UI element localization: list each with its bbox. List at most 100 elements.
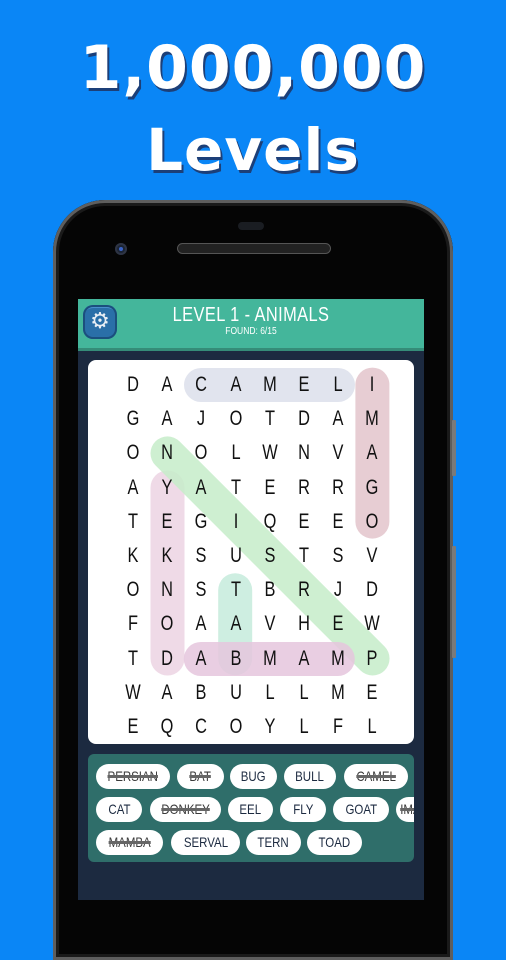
grid-letter[interactable]: A bbox=[188, 642, 215, 676]
grid-letter[interactable]: E bbox=[325, 505, 352, 539]
grid-letter[interactable]: Q bbox=[257, 505, 284, 539]
grid-letter[interactable]: G bbox=[120, 402, 147, 436]
grid-letter[interactable]: A bbox=[154, 402, 181, 436]
word-chip-cat[interactable]: CAT bbox=[96, 797, 142, 822]
grid-letter[interactable]: S bbox=[188, 573, 215, 607]
grid-letter[interactable]: D bbox=[154, 642, 181, 676]
grid-letter[interactable]: A bbox=[222, 607, 249, 641]
grid-letter[interactable]: E bbox=[291, 368, 318, 402]
word-chip-serval[interactable]: SERVAL bbox=[171, 830, 240, 855]
grid-letter[interactable]: W bbox=[257, 436, 284, 470]
word-chip-toad[interactable]: TOAD bbox=[307, 830, 362, 855]
grid-letter[interactable]: O bbox=[188, 436, 215, 470]
grid-letter[interactable]: T bbox=[222, 471, 249, 505]
word-chip-bat[interactable]: BAT bbox=[177, 764, 224, 789]
grid-letter[interactable]: A bbox=[188, 471, 215, 505]
grid-letter[interactable]: N bbox=[154, 573, 181, 607]
grid-letter[interactable]: O bbox=[222, 710, 249, 744]
grid-letter[interactable]: E bbox=[291, 505, 318, 539]
grid-letter[interactable]: E bbox=[325, 607, 352, 641]
word-chip-eel[interactable]: EEL bbox=[228, 797, 273, 822]
grid-letter[interactable]: R bbox=[291, 573, 318, 607]
grid-letter[interactable]: J bbox=[325, 573, 352, 607]
grid-letter[interactable]: B bbox=[222, 642, 249, 676]
grid-letter[interactable]: L bbox=[291, 676, 318, 710]
grid-letter[interactable]: O bbox=[120, 436, 147, 470]
grid-letter[interactable]: E bbox=[359, 676, 386, 710]
grid-letter[interactable]: A bbox=[291, 642, 318, 676]
grid-letter[interactable]: A bbox=[154, 676, 181, 710]
grid-letter[interactable]: Y bbox=[257, 710, 284, 744]
grid-letter[interactable]: L bbox=[257, 676, 284, 710]
grid-letter[interactable]: E bbox=[257, 471, 284, 505]
grid-letter[interactable]: L bbox=[325, 368, 352, 402]
grid-letter[interactable]: O bbox=[222, 402, 249, 436]
grid-letter[interactable]: I bbox=[359, 368, 386, 402]
grid-letter[interactable]: Q bbox=[154, 710, 181, 744]
word-chip-persian[interactable]: PERSIAN bbox=[96, 764, 170, 789]
grid-letter[interactable]: M bbox=[257, 642, 284, 676]
grid-letter[interactable]: Y bbox=[154, 471, 181, 505]
grid-letter[interactable]: E bbox=[154, 505, 181, 539]
grid-letter[interactable]: T bbox=[291, 539, 318, 573]
grid-letter[interactable]: T bbox=[257, 402, 284, 436]
grid-letter[interactable]: G bbox=[359, 471, 386, 505]
grid-letter[interactable]: T bbox=[120, 642, 147, 676]
grid-letter[interactable]: M bbox=[257, 368, 284, 402]
grid-letter[interactable]: U bbox=[222, 539, 249, 573]
grid-letter[interactable]: S bbox=[188, 539, 215, 573]
grid-letter[interactable]: O bbox=[120, 573, 147, 607]
grid-letter[interactable]: B bbox=[188, 676, 215, 710]
grid-letter[interactable]: T bbox=[120, 505, 147, 539]
grid-letter[interactable]: M bbox=[359, 402, 386, 436]
grid-letter[interactable]: S bbox=[257, 539, 284, 573]
grid-letter[interactable]: U bbox=[222, 676, 249, 710]
word-chip-donkey[interactable]: DONKEY bbox=[150, 797, 221, 822]
grid-letter[interactable]: C bbox=[188, 368, 215, 402]
grid-letter[interactable]: G bbox=[188, 505, 215, 539]
grid-letter[interactable]: K bbox=[154, 539, 181, 573]
grid-letter[interactable]: O bbox=[359, 505, 386, 539]
grid-letter[interactable]: D bbox=[291, 402, 318, 436]
grid-letter[interactable]: B bbox=[257, 573, 284, 607]
grid-letter[interactable]: A bbox=[325, 402, 352, 436]
grid-letter[interactable]: V bbox=[359, 539, 386, 573]
word-chip-imago[interactable]: IMAGO bbox=[396, 797, 414, 822]
grid-letter[interactable]: L bbox=[359, 710, 386, 744]
word-chip-tern[interactable]: TERN bbox=[246, 830, 301, 855]
grid-letter[interactable]: T bbox=[222, 573, 249, 607]
grid-letter[interactable]: F bbox=[325, 710, 352, 744]
grid-letter[interactable]: V bbox=[257, 607, 284, 641]
grid-letter[interactable]: I bbox=[222, 505, 249, 539]
grid-letter[interactable]: H bbox=[291, 607, 318, 641]
grid-letter[interactable]: C bbox=[188, 710, 215, 744]
grid-letter[interactable]: N bbox=[291, 436, 318, 470]
word-chip-bug[interactable]: BUG bbox=[230, 764, 277, 789]
grid-letter[interactable]: D bbox=[120, 368, 147, 402]
grid-letter[interactable]: R bbox=[291, 471, 318, 505]
grid-letter[interactable]: M bbox=[325, 642, 352, 676]
grid-letter[interactable]: O bbox=[154, 607, 181, 641]
grid-letter[interactable]: J bbox=[188, 402, 215, 436]
grid-letter[interactable]: L bbox=[222, 436, 249, 470]
grid-letter[interactable]: A bbox=[154, 368, 181, 402]
grid-letter[interactable]: E bbox=[120, 710, 147, 744]
grid-letter[interactable]: M bbox=[325, 676, 352, 710]
word-chip-goat[interactable]: GOAT bbox=[333, 797, 389, 822]
word-chip-fly[interactable]: FLY bbox=[280, 797, 326, 822]
grid-letter[interactable]: V bbox=[325, 436, 352, 470]
grid-letter[interactable]: D bbox=[359, 573, 386, 607]
grid-letter[interactable]: L bbox=[291, 710, 318, 744]
grid-letter[interactable]: A bbox=[120, 471, 147, 505]
grid-letter[interactable]: A bbox=[359, 436, 386, 470]
grid-letter[interactable]: F bbox=[120, 607, 147, 641]
grid-letter[interactable]: W bbox=[359, 607, 386, 641]
word-chip-mamba[interactable]: MAMBA bbox=[96, 830, 163, 855]
grid-letter[interactable]: P bbox=[359, 642, 386, 676]
grid-letter[interactable]: W bbox=[120, 676, 147, 710]
grid-letter[interactable]: N bbox=[154, 436, 181, 470]
grid-letter[interactable]: A bbox=[222, 368, 249, 402]
grid-letter[interactable]: K bbox=[120, 539, 147, 573]
word-grid[interactable]: DACAMELIGAJOTDAMONOLWNVAAYATERRGTEGIQEEO… bbox=[88, 360, 414, 744]
grid-letter[interactable]: A bbox=[188, 607, 215, 641]
